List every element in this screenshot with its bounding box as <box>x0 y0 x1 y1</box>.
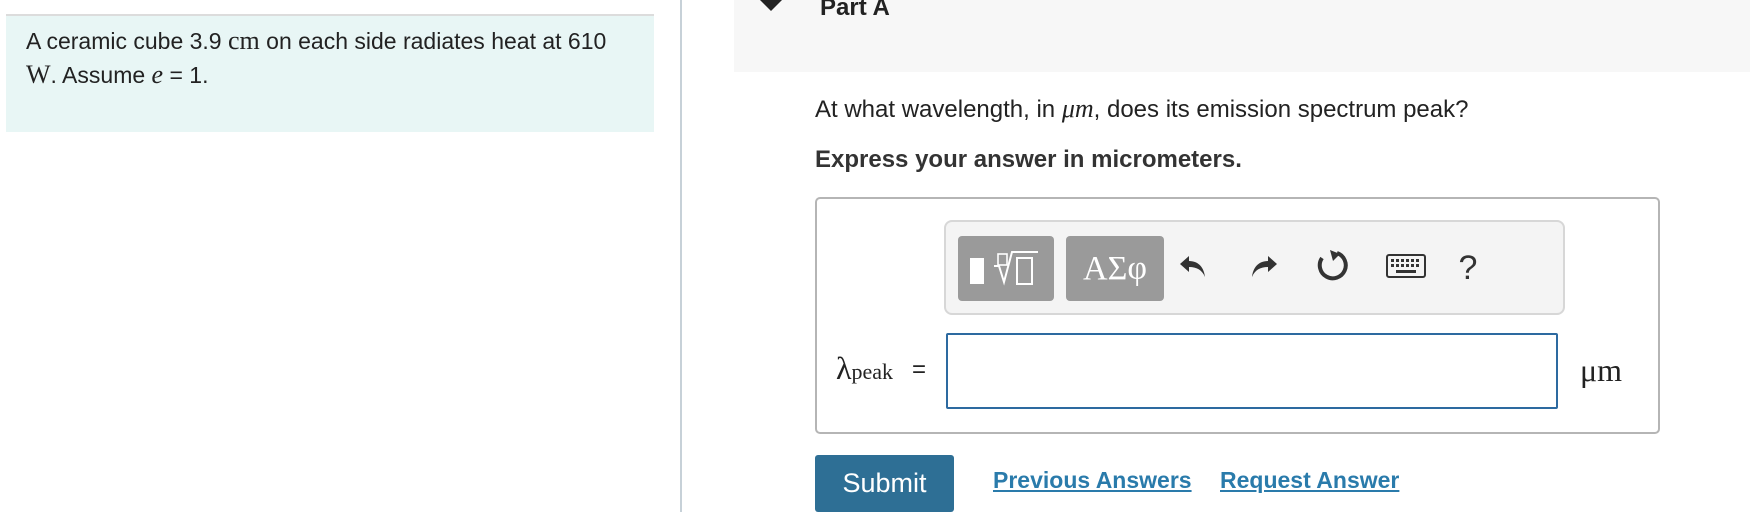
problem-text-4: = 1. <box>163 62 209 88</box>
redo-button[interactable] <box>1241 242 1285 294</box>
question-text-1: At what wavelength, in <box>815 96 1062 123</box>
problem-text-3: . Assume <box>50 62 152 88</box>
undo-button[interactable] <box>1172 242 1216 294</box>
reset-button[interactable] <box>1310 242 1354 294</box>
answer-variable-label: λpeak <box>836 350 893 387</box>
column-divider <box>680 0 682 512</box>
keyboard-button[interactable] <box>1376 242 1436 294</box>
question-text: At what wavelength, in μm, does its emis… <box>815 94 1468 124</box>
answer-instruction: Express your answer in micrometers. <box>815 146 1242 173</box>
templates-button[interactable] <box>958 236 1054 301</box>
problem-panel: A ceramic cube 3.9 cm on each side radia… <box>0 0 680 512</box>
templates-icon <box>958 251 1054 305</box>
question-text-2: , does its emission spectrum peak? <box>1093 96 1469 123</box>
request-answer-link[interactable]: Request Answer <box>1220 467 1399 494</box>
answer-input[interactable] <box>946 333 1558 409</box>
equals-sign: = <box>912 356 927 383</box>
keyboard-icon <box>1386 253 1426 284</box>
undo-icon <box>1177 249 1211 288</box>
lambda-subscript: peak <box>851 359 894 384</box>
help-button[interactable]: ? <box>1446 242 1490 294</box>
collapse-caret-icon[interactable] <box>760 0 782 11</box>
part-title: Part A <box>820 0 890 21</box>
question-unit: μm <box>1061 94 1094 123</box>
submit-button[interactable]: Submit <box>815 455 954 512</box>
problem-statement: A ceramic cube 3.9 cm on each side radia… <box>26 24 626 92</box>
variable-e: e <box>151 60 164 89</box>
answer-unit: μm <box>1580 352 1623 388</box>
problem-text-1: A ceramic cube 3.9 <box>26 28 228 54</box>
lambda-symbol: λ <box>836 350 852 386</box>
redo-icon <box>1246 249 1280 288</box>
problem-text-2: on each side radiates heat at 610 <box>259 28 607 54</box>
symbols-button[interactable]: ΑΣφ <box>1066 236 1164 301</box>
math-toolbar: ΑΣφ ? <box>944 220 1565 315</box>
unit-cm: cm <box>228 26 260 55</box>
previous-answers-link[interactable]: Previous Answers <box>993 467 1192 494</box>
reset-icon <box>1313 247 1351 290</box>
unit-w: W <box>26 60 51 89</box>
